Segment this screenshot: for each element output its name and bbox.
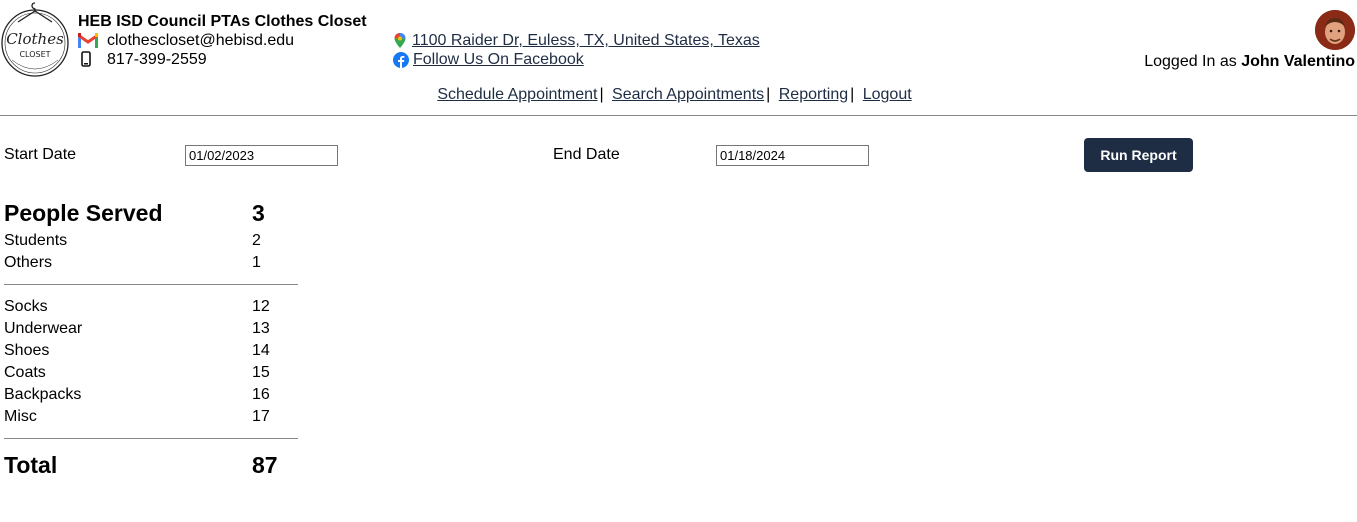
total-value: 87 (252, 452, 278, 478)
item-value: 15 (252, 364, 270, 381)
students-row: Students 2 (4, 230, 298, 252)
students-label: Students (4, 232, 68, 249)
gmail-icon (78, 32, 98, 50)
item-label: Coats (4, 364, 46, 381)
map-pin-icon (392, 32, 408, 50)
people-served-value: 3 (252, 200, 265, 226)
contact-address: 1100 Raider Dr, Euless, TX, United State… (392, 32, 760, 50)
nav-separator: | (599, 86, 604, 103)
report-results: People Served 3 Students 2 Others 1 Sock… (4, 198, 298, 482)
start-date-label: Start Date (4, 146, 77, 163)
clothes-closet-logo: Clothes CLOSET (0, 0, 72, 78)
contact-email: clothescloset@hebisd.edu (78, 32, 294, 50)
nav-search-appointments[interactable]: Search Appointments (612, 86, 764, 103)
svg-text:CLOSET: CLOSET (19, 50, 50, 59)
run-report-button[interactable]: Run Report (1084, 138, 1193, 172)
email-text: clothescloset@hebisd.edu (107, 32, 295, 49)
nav-schedule-appointment[interactable]: Schedule Appointment (437, 86, 597, 103)
facebook-icon (392, 51, 409, 69)
nav-logout[interactable]: Logout (863, 86, 912, 103)
item-row: Shoes 14 (4, 340, 298, 362)
total-label: Total (4, 452, 58, 478)
start-date-input[interactable] (185, 145, 338, 166)
contact-phone: 817-399-2559 (78, 51, 207, 69)
logged-in-prefix: Logged In as (1144, 53, 1237, 70)
phone-text: 817-399-2559 (107, 51, 207, 68)
section-divider (4, 284, 298, 285)
item-label: Socks (4, 298, 48, 315)
contact-facebook: Follow Us On Facebook (392, 51, 584, 69)
item-value: 13 (252, 320, 270, 337)
page-header: Clothes CLOSET HEB ISD Council PTAs Clot… (0, 0, 1357, 116)
item-row: Coats 15 (4, 362, 298, 384)
others-row: Others 1 (4, 252, 298, 274)
item-value: 17 (252, 408, 270, 425)
others-label: Others (4, 254, 53, 271)
end-date-input[interactable] (716, 145, 869, 166)
others-value: 1 (252, 254, 261, 271)
item-row: Underwear 13 (4, 318, 298, 340)
item-row: Backpacks 16 (4, 384, 298, 406)
item-value: 16 (252, 386, 270, 403)
main-nav: Schedule Appointment | Search Appointment… (0, 86, 1349, 104)
people-served-row: People Served 3 (4, 198, 298, 230)
item-label: Misc (4, 408, 37, 425)
address-link[interactable]: 1100 Raider Dr, Euless, TX, United State… (412, 32, 760, 50)
item-row: Misc 17 (4, 406, 298, 428)
report-filter-form: Start Date End Date Run Report (0, 138, 1357, 172)
logged-in-user-name: John Valentino (1241, 53, 1355, 70)
total-row: Total 87 (4, 450, 298, 482)
svg-text:Clothes: Clothes (6, 30, 64, 48)
end-date-label: End Date (553, 146, 620, 163)
nav-separator: | (850, 86, 855, 103)
logged-in-status: Logged In as John Valentino (1144, 53, 1355, 71)
nav-separator: | (766, 86, 771, 103)
header-divider (0, 115, 1357, 116)
facebook-link[interactable]: Follow Us On Facebook (413, 51, 584, 69)
item-label: Backpacks (4, 386, 82, 403)
section-divider (4, 438, 298, 439)
item-label: Shoes (4, 342, 50, 359)
students-value: 2 (252, 232, 261, 249)
organization-title: HEB ISD Council PTAs Clothes Closet (78, 13, 367, 30)
user-avatar[interactable] (1315, 10, 1355, 50)
item-label: Underwear (4, 320, 83, 337)
people-served-label: People Served (4, 200, 163, 226)
item-row: Socks 12 (4, 296, 298, 318)
item-value: 14 (252, 342, 270, 359)
nav-reporting[interactable]: Reporting (779, 86, 848, 103)
mobile-phone-icon (78, 51, 98, 69)
item-value: 12 (252, 298, 270, 315)
